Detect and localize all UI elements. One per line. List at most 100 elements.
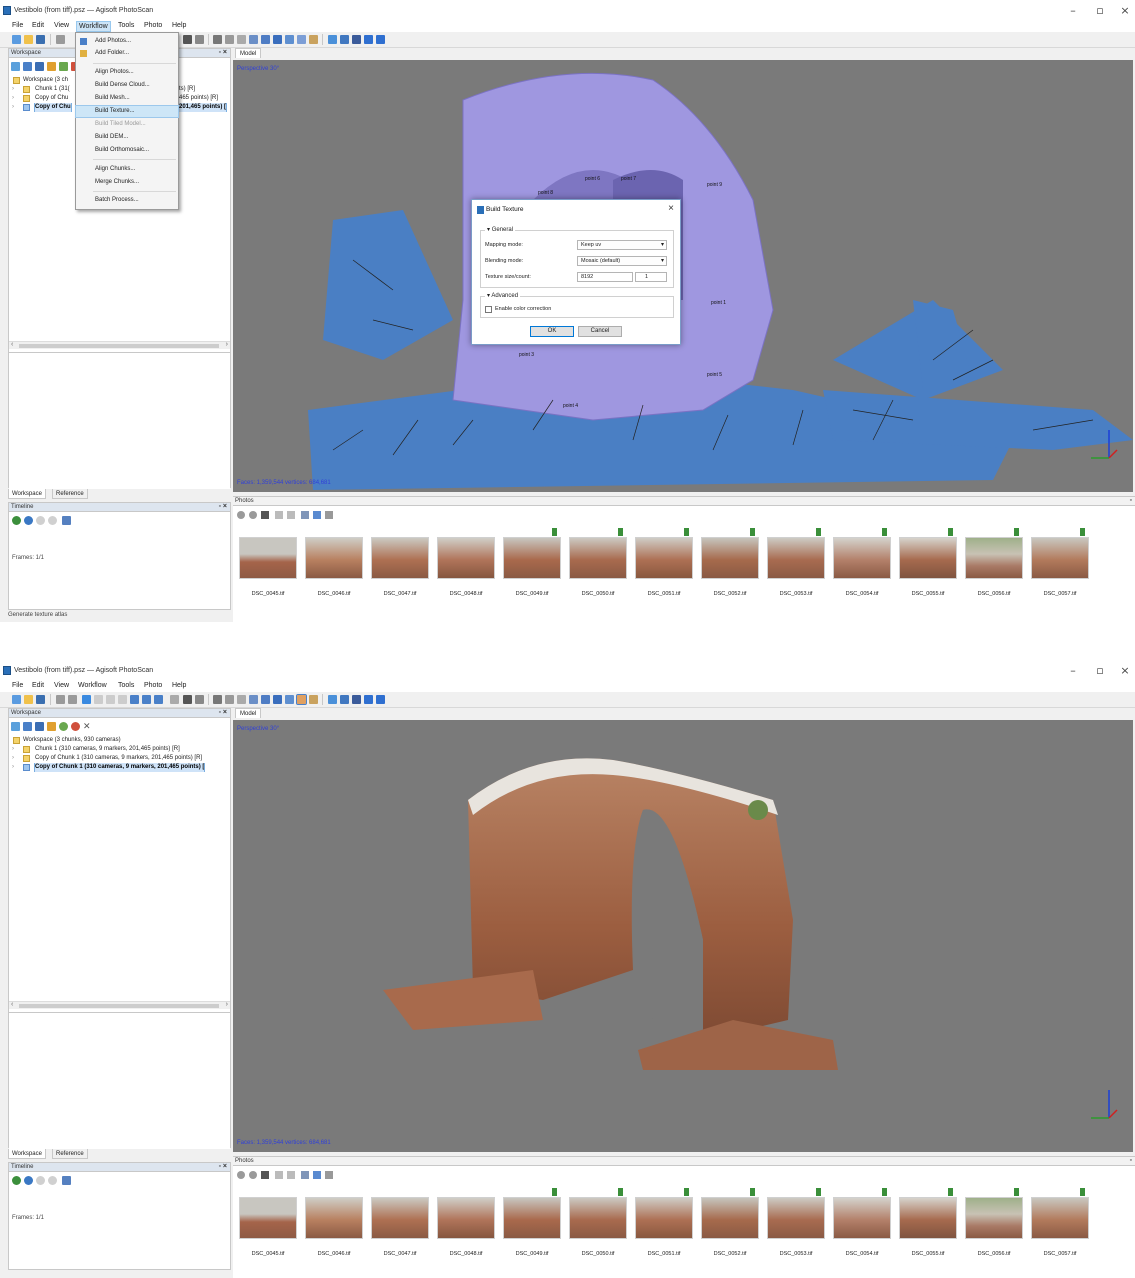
menu-file[interactable]: File	[10, 681, 25, 690]
disable-icon[interactable]	[71, 722, 80, 731]
play-icon[interactable]	[36, 516, 45, 525]
rotate-left-icon[interactable]	[237, 1171, 245, 1179]
scroll-left-icon[interactable]: ‹	[11, 1001, 13, 1008]
shaded-icon[interactable]	[273, 695, 282, 704]
general-group-title[interactable]: ▾ General	[485, 226, 516, 233]
new-icon[interactable]	[12, 35, 21, 44]
pane-controls-icon[interactable]: ▫ ×	[218, 49, 227, 56]
photo-thumbnail[interactable]: DSC_0046.tif	[305, 1187, 367, 1267]
photo-thumbnail[interactable]: DSC_0057.tif	[1031, 527, 1093, 607]
scroll-right-icon[interactable]: ›	[226, 341, 228, 348]
resize-region-icon[interactable]	[154, 695, 163, 704]
close-button[interactable]: ×	[1118, 5, 1132, 17]
redo-icon[interactable]	[68, 695, 77, 704]
photo-thumbnail[interactable]: DSC_0054.tif	[833, 1187, 895, 1267]
photo-thumbnail[interactable]: DSC_0053.tif	[767, 1187, 829, 1267]
play-icon[interactable]	[36, 1176, 45, 1185]
pane-controls-icon[interactable]: ▫ ×	[218, 503, 227, 510]
dialog-close-icon[interactable]: ×	[668, 203, 674, 214]
navigate-icon[interactable]	[376, 35, 385, 44]
pane-controls-icon[interactable]: ▫ ×	[218, 709, 227, 716]
view-options-icon[interactable]	[325, 1171, 333, 1179]
delete-icon[interactable]	[183, 35, 192, 44]
photo-thumbnail[interactable]: DSC_0050.tif	[569, 527, 631, 607]
crop-icon[interactable]	[195, 695, 204, 704]
add-frame-icon[interactable]	[12, 516, 21, 525]
scroll-thumb[interactable]	[19, 344, 219, 348]
mapping-mode-select[interactable]: Keep uv ▾	[577, 240, 667, 250]
menu-item-build-dense-cloud[interactable]: Build Dense Cloud...	[76, 80, 178, 91]
add-chunk-icon[interactable]	[11, 62, 20, 71]
markers-icon[interactable]	[340, 695, 349, 704]
navigate-icon[interactable]	[376, 695, 385, 704]
photo-thumbnail[interactable]: DSC_0045.tif	[239, 527, 301, 607]
select-icon[interactable]	[82, 695, 91, 704]
model-viewport[interactable]: Perspective 30° point 6 point 7 point 8 …	[233, 60, 1133, 492]
photo-thumbnail[interactable]: DSC_0048.tif	[437, 1187, 499, 1267]
expand-icon[interactable]: ›	[12, 763, 14, 772]
photo-thumbnail[interactable]: DSC_0055.tif	[899, 1187, 961, 1267]
rotate-region-icon[interactable]	[142, 695, 151, 704]
photo-thumbnail[interactable]: DSC_0053.tif	[767, 527, 829, 607]
camera-icon[interactable]	[237, 35, 246, 44]
expand-icon[interactable]: ›	[12, 94, 14, 103]
circle-select-icon[interactable]	[106, 695, 115, 704]
rect-select-icon[interactable]	[94, 695, 103, 704]
free-select-icon[interactable]	[118, 695, 127, 704]
move-region-icon[interactable]	[130, 695, 139, 704]
scroll-right-icon[interactable]: ›	[226, 1001, 228, 1008]
photo-thumbnail[interactable]: DSC_0047.tif	[371, 527, 433, 607]
photo-thumbnail[interactable]: DSC_0045.tif	[239, 1187, 301, 1267]
enable-icon[interactable]	[59, 62, 68, 71]
menu-item-align-photos[interactable]: Align Photos...	[76, 67, 178, 78]
menu-tools[interactable]: Tools	[116, 21, 136, 30]
photo-thumbnail[interactable]: DSC_0047.tif	[371, 1187, 433, 1267]
menu-edit[interactable]: Edit	[30, 681, 46, 690]
photo-thumbnail[interactable]: DSC_0052.tif	[701, 1187, 763, 1267]
cameras-icon[interactable]	[328, 695, 337, 704]
stop-icon[interactable]	[48, 516, 57, 525]
add-photos-icon[interactable]	[23, 722, 32, 731]
photo-thumbnail[interactable]: DSC_0056.tif	[965, 527, 1027, 607]
photo-thumbnail[interactable]: DSC_0052.tif	[701, 527, 763, 607]
menu-workflow[interactable]: Workflow	[76, 21, 111, 32]
menu-tools[interactable]: Tools	[116, 681, 136, 690]
color-correction-checkbox[interactable]	[485, 306, 492, 313]
menu-view[interactable]: View	[52, 21, 71, 30]
add-chunk-icon[interactable]	[11, 722, 20, 731]
menu-item-build-orthomosaic[interactable]: Build Orthomosaic...	[76, 145, 178, 156]
model-viewport[interactable]: Perspective 30° Faces: 1,359,544 vertice…	[233, 720, 1133, 1152]
expand-icon[interactable]: ›	[12, 754, 14, 763]
menu-help[interactable]: Help	[170, 21, 188, 30]
view-options-icon[interactable]	[325, 511, 333, 519]
cancel-button[interactable]: Cancel	[578, 326, 622, 337]
menu-item-add-folder[interactable]: Add Folder...	[76, 48, 178, 59]
timeline-settings-icon[interactable]	[62, 1176, 71, 1185]
save-icon[interactable]	[36, 695, 45, 704]
shaded-icon[interactable]	[273, 35, 282, 44]
undo-icon[interactable]	[56, 35, 65, 44]
photo-thumbnail[interactable]: DSC_0046.tif	[305, 527, 367, 607]
menu-item-merge-chunks[interactable]: Merge Chunks...	[76, 177, 178, 188]
menu-item-build-mesh[interactable]: Build Mesh...	[76, 93, 178, 104]
close-button[interactable]: ×	[1118, 665, 1132, 677]
add-folder-icon[interactable]	[35, 62, 44, 71]
move-icon[interactable]	[364, 35, 373, 44]
expand-icon[interactable]: ›	[12, 103, 14, 112]
add-marker-icon[interactable]	[47, 62, 56, 71]
tab-reference[interactable]: Reference	[52, 489, 88, 499]
dense-cloud-icon[interactable]	[261, 695, 270, 704]
rotate-right-icon[interactable]	[249, 511, 257, 519]
tab-workspace[interactable]: Workspace	[8, 489, 46, 499]
frame-icon[interactable]	[225, 695, 234, 704]
pane-controls-icon[interactable]: ▫ ×	[218, 1163, 227, 1170]
texture-count-spinner[interactable]: 1	[635, 272, 667, 282]
scroll-thumb[interactable]	[19, 1004, 219, 1008]
filter-icon[interactable]	[275, 1171, 283, 1179]
details-icon[interactable]	[301, 511, 309, 519]
filter-icon[interactable]	[275, 511, 283, 519]
tree-item-selected[interactable]: › Copy of Chunk 1 (310 cameras, 9 marker…	[9, 763, 230, 772]
ruler-icon[interactable]	[170, 695, 179, 704]
grid-icon[interactable]	[213, 695, 222, 704]
menu-photo[interactable]: Photo	[142, 681, 164, 690]
